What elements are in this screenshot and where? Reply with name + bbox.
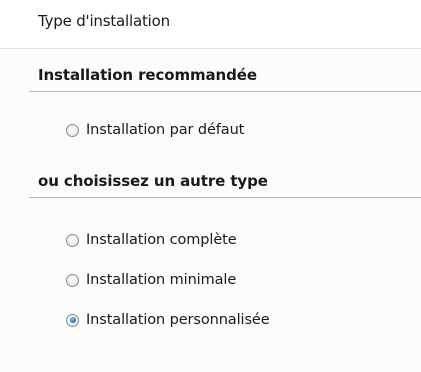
installation-type-panel: Type d'installation Installation recomma… (0, 0, 421, 372)
radio-button-icon[interactable] (66, 233, 79, 247)
panel-header: Type d'installation (0, 0, 421, 49)
radio-button-icon[interactable] (66, 273, 79, 287)
radio-label[interactable]: Installation par défaut (86, 122, 244, 138)
radio-complete-install[interactable]: Installation complète (66, 229, 237, 251)
other-types-heading: ou choisissez un autre type (38, 172, 268, 190)
page-title: Type d'installation (38, 12, 170, 30)
radio-minimal-install[interactable]: Installation minimale (66, 269, 236, 291)
recommended-divider (29, 91, 421, 92)
radio-label[interactable]: Installation personnalisée (86, 312, 270, 328)
other-types-divider (29, 197, 421, 198)
radio-label[interactable]: Installation complète (86, 232, 237, 248)
recommended-heading: Installation recommandée (38, 66, 257, 84)
radio-default-install[interactable]: Installation par défaut (66, 119, 244, 141)
radio-custom-install[interactable]: Installation personnalisée (66, 309, 270, 331)
radio-button-selected-icon[interactable] (66, 313, 79, 327)
radio-label[interactable]: Installation minimale (86, 272, 236, 288)
radio-button-icon[interactable] (66, 123, 79, 137)
